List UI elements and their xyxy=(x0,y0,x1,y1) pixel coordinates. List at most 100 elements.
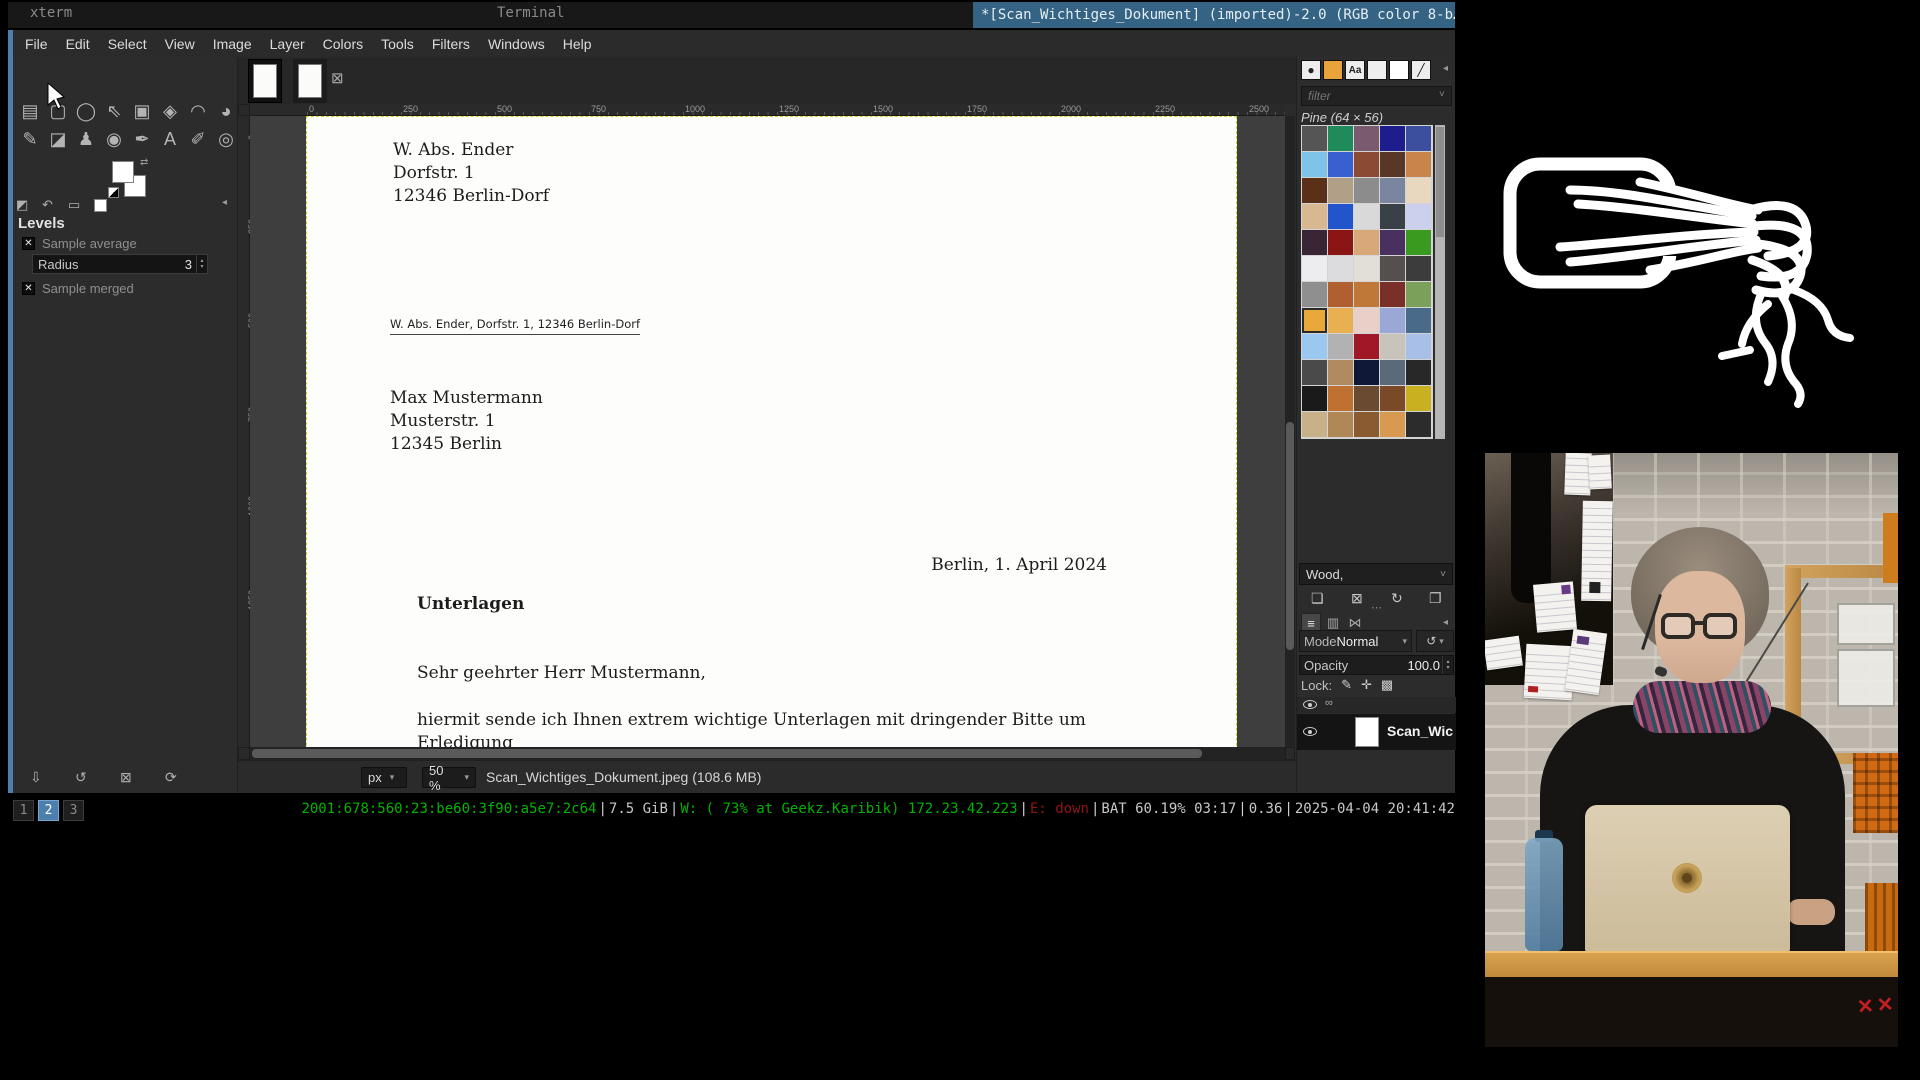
pattern-swatch[interactable] xyxy=(1302,412,1327,437)
vertical-ruler[interactable]: 025050075010001250 xyxy=(238,116,250,747)
pattern-swatch[interactable] xyxy=(1302,282,1327,307)
pattern-swatch[interactable] xyxy=(1380,152,1405,177)
pattern-swatch[interactable] xyxy=(1354,126,1379,151)
zoom-select[interactable]: 50 % ▾ xyxy=(422,767,476,788)
pattern-swatch[interactable] xyxy=(1302,152,1327,177)
tab-gradients[interactable]: ╱ xyxy=(1411,60,1431,80)
pattern-swatch[interactable] xyxy=(1302,178,1327,203)
ruler-corner-button[interactable] xyxy=(238,104,250,116)
lock-pixels-icon[interactable]: ✎ xyxy=(1341,677,1352,693)
pattern-swatch[interactable] xyxy=(1328,152,1353,177)
pattern-swatch[interactable] xyxy=(1328,308,1353,333)
menu-view[interactable]: View xyxy=(156,36,204,52)
workspace-3[interactable]: 3 xyxy=(63,800,84,821)
lock-alpha-icon[interactable]: ▩ xyxy=(1381,677,1393,693)
pattern-swatch[interactable] xyxy=(1354,412,1379,437)
horizontal-scrollbar-thumb[interactable] xyxy=(252,749,1202,758)
opacity-spinner[interactable]: ▴ ▾ xyxy=(1442,656,1453,674)
save-preset-icon[interactable]: ⇩ xyxy=(30,769,42,786)
canvas-viewport[interactable]: W. Abs. EnderDorfstr. 112346 Berlin-Dorf… xyxy=(250,116,1285,747)
terminal-window-title[interactable]: Terminal xyxy=(497,5,564,21)
layer-row[interactable]: Scan_Wic xyxy=(1297,714,1456,750)
tab-fonts[interactable]: Aa xyxy=(1345,60,1365,80)
checkbox-icon[interactable]: ✕ xyxy=(22,282,35,295)
menu-select[interactable]: Select xyxy=(99,36,156,52)
quickmask-button[interactable] xyxy=(238,747,250,760)
xterm-window-title[interactable]: xterm xyxy=(30,5,72,21)
pattern-swatch[interactable] xyxy=(1354,152,1379,177)
pattern-swatch[interactable] xyxy=(1302,256,1327,281)
spin-down-icon[interactable]: ▾ xyxy=(200,264,203,270)
pattern-swatch[interactable] xyxy=(1406,412,1431,437)
pattern-swatch[interactable] xyxy=(1354,282,1379,307)
image-tab-2[interactable] xyxy=(293,59,327,103)
mode-switch-button[interactable]: ↺ ▾ xyxy=(1416,630,1454,652)
pattern-swatch[interactable] xyxy=(1380,360,1405,385)
pattern-swatch[interactable] xyxy=(1406,282,1431,307)
pattern-swatch[interactable] xyxy=(1302,334,1327,359)
pattern-swatch[interactable] xyxy=(1380,126,1405,151)
menu-windows[interactable]: Windows xyxy=(479,36,554,52)
spin-down-icon[interactable]: ▾ xyxy=(1446,665,1449,671)
white-swatch-icon[interactable] xyxy=(94,199,107,212)
sample-merged-row[interactable]: ✕ Sample merged xyxy=(22,281,134,296)
delete-preset-icon[interactable]: ⊠ xyxy=(120,769,132,786)
crop-tool-icon[interactable]: ▣ xyxy=(128,97,156,125)
collapse-icon[interactable]: ◂ xyxy=(1443,63,1448,74)
menu-filters[interactable]: Filters xyxy=(423,36,479,52)
dock-drag-handle[interactable]: ⋯ xyxy=(1297,603,1456,613)
free-select-tool-icon[interactable]: ◯ xyxy=(72,97,100,125)
pattern-swatch[interactable] xyxy=(1328,126,1353,151)
pattern-collection-select[interactable]: Wood, ˅ xyxy=(1299,563,1453,585)
pattern-swatch[interactable] xyxy=(1406,360,1431,385)
pattern-filter-input[interactable] xyxy=(1301,86,1452,106)
sample-average-row[interactable]: ✕ Sample average xyxy=(22,236,137,251)
pattern-swatch[interactable] xyxy=(1354,256,1379,281)
workspace-1[interactable]: 1 xyxy=(13,800,34,821)
pattern-swatch[interactable] xyxy=(1406,152,1431,177)
layer-mode-select[interactable]: Mode Normal ▾ xyxy=(1299,630,1412,652)
pattern-grid-scrollbar[interactable] xyxy=(1435,125,1445,439)
document-page[interactable]: W. Abs. EnderDorfstr. 112346 Berlin-Dorf… xyxy=(306,116,1237,747)
align-tool-icon[interactable]: ▤ xyxy=(16,97,44,125)
fg-color-swatch[interactable] xyxy=(112,161,134,183)
layer-visibility-icon[interactable] xyxy=(1303,727,1317,736)
swap-colors-icon[interactable]: ⇄ xyxy=(140,157,148,168)
pattern-swatch[interactable] xyxy=(1302,386,1327,411)
tab-palettes[interactable] xyxy=(1367,60,1387,80)
workspace-2[interactable]: 2 xyxy=(38,800,59,821)
pattern-swatch[interactable] xyxy=(1406,308,1431,333)
pattern-swatch[interactable] xyxy=(1302,126,1327,151)
pattern-scrollbar-thumb[interactable] xyxy=(1436,127,1444,237)
pattern-swatch[interactable] xyxy=(1302,308,1327,333)
pattern-swatch[interactable] xyxy=(1406,178,1431,203)
navigation-button[interactable] xyxy=(1285,747,1295,760)
menu-colors[interactable]: Colors xyxy=(314,36,372,52)
gimp-window-title[interactable]: *[Scan_Wichtiges_Dokument] (imported)-2.… xyxy=(973,2,1455,28)
paintbrush-tool-icon[interactable]: ✎ xyxy=(16,125,44,153)
pattern-swatch[interactable] xyxy=(1302,230,1327,255)
image-tab-1[interactable] xyxy=(248,59,282,103)
menu-layer[interactable]: Layer xyxy=(261,36,314,52)
pattern-swatch[interactable] xyxy=(1354,308,1379,333)
pattern-swatch[interactable] xyxy=(1328,412,1353,437)
vertical-scrollbar-thumb[interactable] xyxy=(1286,422,1294,650)
menu-help[interactable]: Help xyxy=(554,36,601,52)
pattern-swatch[interactable] xyxy=(1380,308,1405,333)
pattern-swatch[interactable] xyxy=(1328,204,1353,229)
tab-patterns-active[interactable] xyxy=(1323,60,1343,80)
close-tab-icon[interactable]: ⊠ xyxy=(331,69,344,87)
checkbox-icon[interactable]: ✕ xyxy=(22,237,35,250)
pattern-swatch[interactable] xyxy=(1354,386,1379,411)
pattern-swatch[interactable] xyxy=(1380,412,1405,437)
pattern-swatch[interactable] xyxy=(1380,256,1405,281)
vertical-scrollbar[interactable] xyxy=(1285,116,1295,747)
text-tool-icon[interactable]: A xyxy=(156,125,184,153)
pattern-swatch[interactable] xyxy=(1380,334,1405,359)
chevron-small-icon[interactable]: ˅ xyxy=(1439,89,1445,100)
opacity-slider[interactable]: Opacity 100.0 ▴ ▾ xyxy=(1299,655,1454,675)
pattern-swatch[interactable] xyxy=(1406,230,1431,255)
lock-position-icon[interactable]: ✛ xyxy=(1361,677,1372,693)
menu-image[interactable]: Image xyxy=(204,36,261,52)
eraser-tool-icon[interactable]: ◪ xyxy=(44,125,72,153)
